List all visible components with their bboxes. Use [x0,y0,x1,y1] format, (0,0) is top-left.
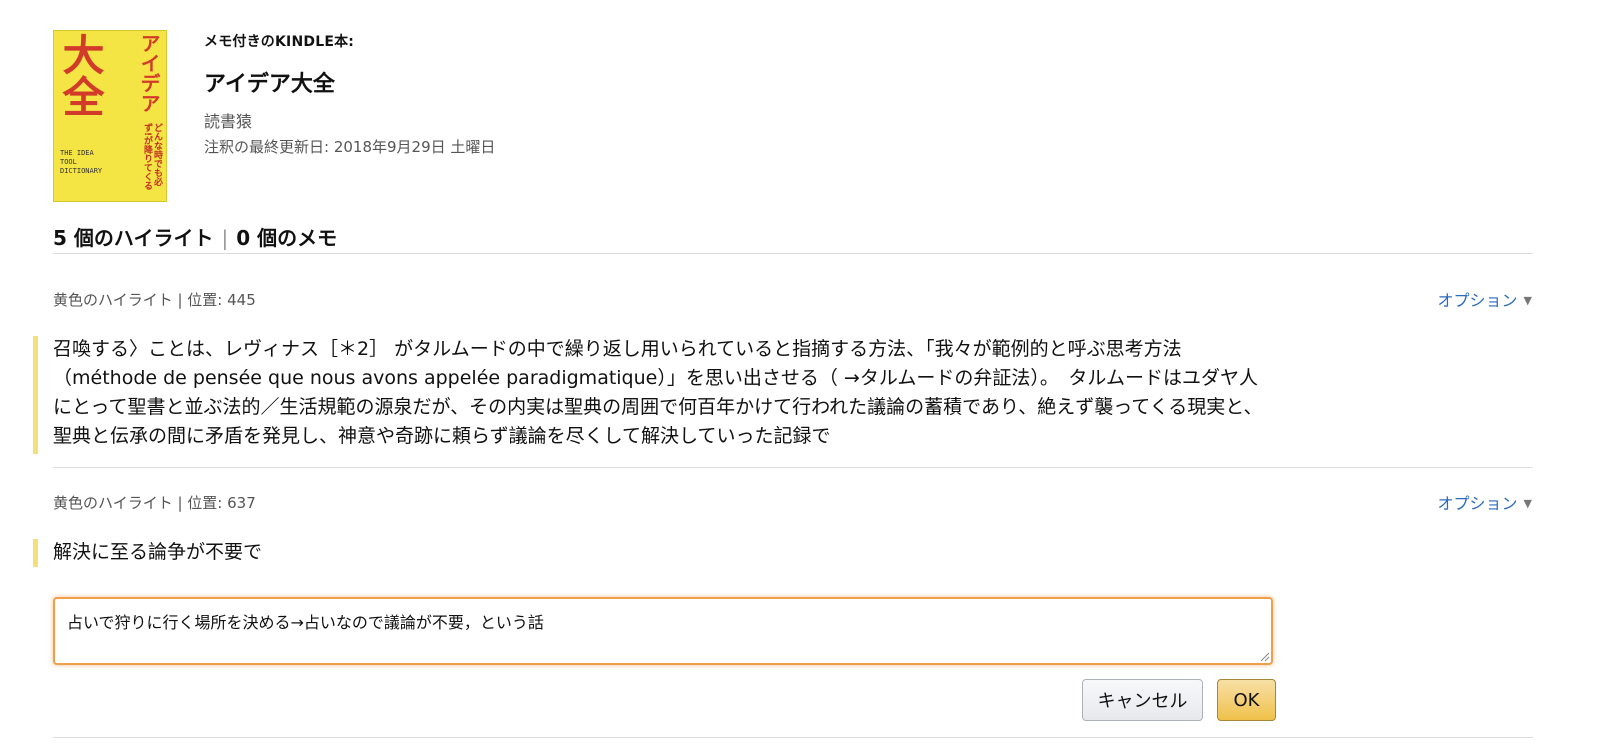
counts-separator: | [221,226,229,250]
last-updated: 注釈の最終更新日: 2018年9月29日 土曜日 [204,138,496,156]
ok-button[interactable]: OK [1217,679,1276,721]
caret-down-icon: ▼ [1523,294,1532,307]
book-author: 読書猿 [204,112,253,131]
annotation-meta: 黄色のハイライト | 位置: 637 [53,494,256,512]
cover-big-text: 大全 [56,33,105,117]
cover-tagline: どんな時でも必ず!が降りてくる [142,123,162,191]
cover-vertical-title: アイデア [137,33,161,113]
cancel-button[interactable]: キャンセル [1082,679,1203,721]
divider [53,253,1533,254]
note-count: 0 個のメモ [236,226,338,250]
resize-grip-icon[interactable] [1260,652,1270,662]
highlight-text: 解決に至る論争が不要で [53,541,263,563]
options-label: オプション [1437,494,1518,513]
options-dropdown[interactable]: オプション ▼ [1438,287,1532,311]
caret-down-icon: ▼ [1523,497,1532,510]
divider [53,737,1533,738]
highlight-count: 5 個のハイライト [53,226,214,250]
note-textarea[interactable]: 占いで狩りに行く場所を決める→占いなので議論が不要，という話 [53,597,1273,665]
options-dropdown[interactable]: オプション ▼ [1438,490,1532,514]
annotation-meta: 黄色のハイライト | 位置: 445 [53,291,256,309]
book-cover[interactable]: 大全 アイデア THE IDEA TOOL DICTIONARY どんな時でも必… [53,30,167,202]
highlight-marker [33,336,38,454]
options-label: オプション [1437,291,1518,310]
section-label: メモ付きのKINDLE本: [204,34,355,50]
highlight-text: 召喚する〉ことは、レヴィナス［＊2］ がタルムードの中で繰り返し用いられていると… [53,338,1263,447]
divider [53,467,1533,468]
annotation-counts: 5 個のハイライト | 0 個のメモ [53,222,337,251]
book-title: アイデア大全 [204,72,335,97]
cover-english-title: THE IDEA TOOL DICTIONARY [60,149,103,175]
highlight-marker [33,539,38,567]
